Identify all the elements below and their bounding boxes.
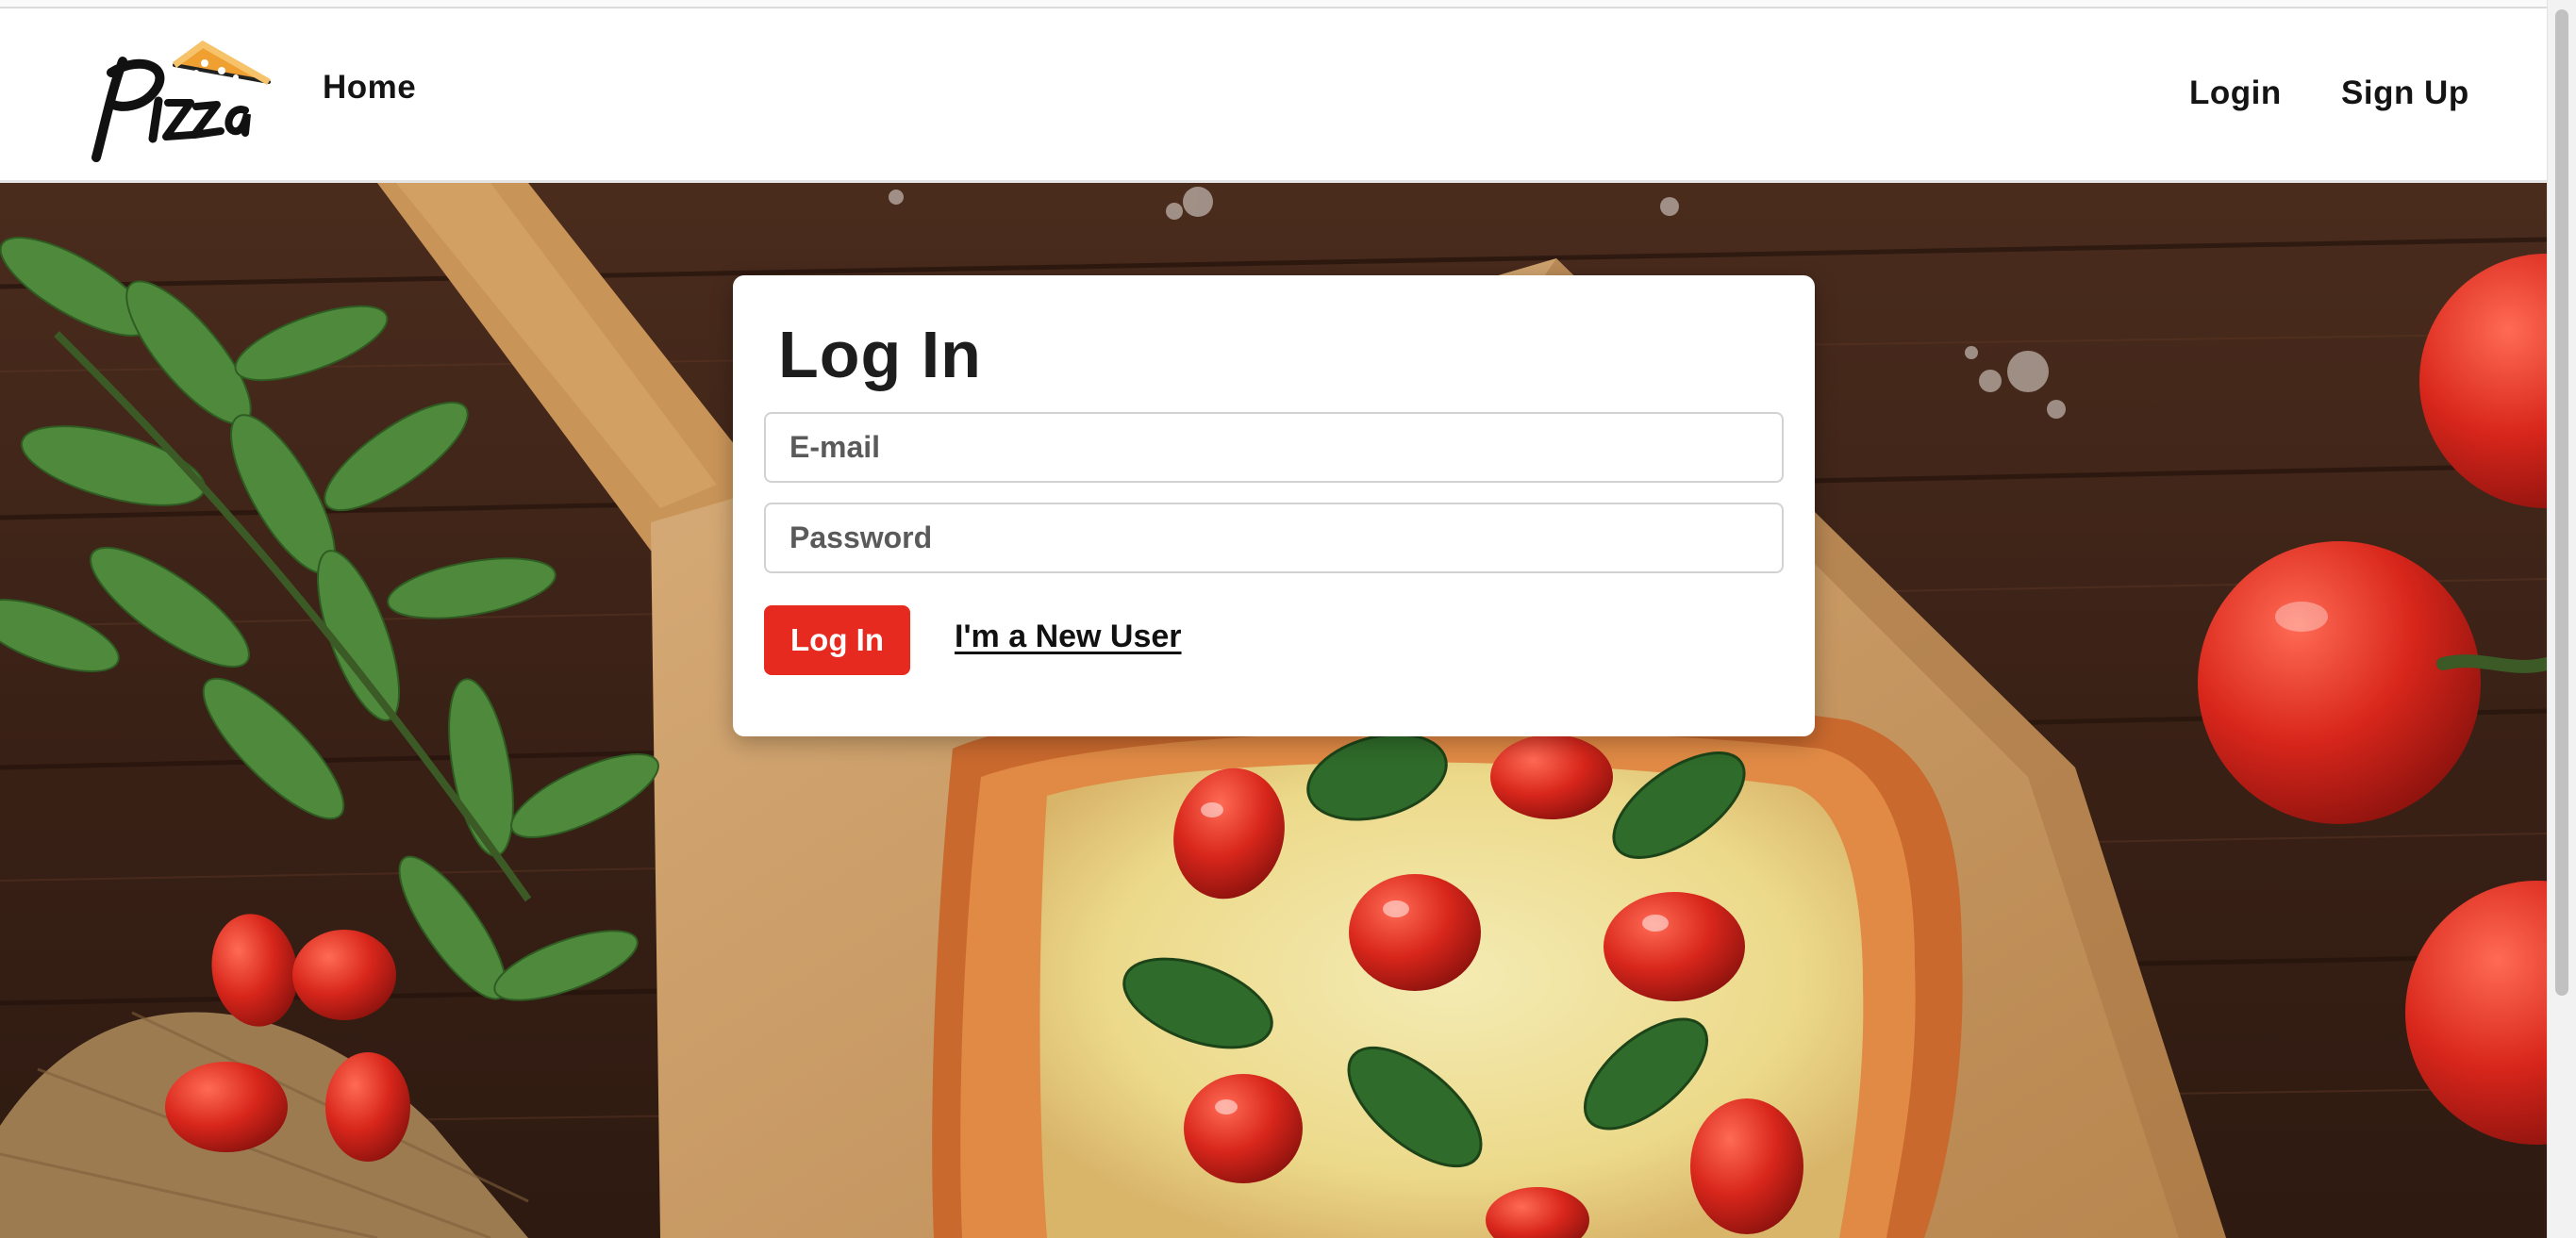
login-title: Log In [778,318,982,391]
email-field[interactable] [764,412,1784,483]
login-card: Log In Log In I'm a New User [733,275,1815,736]
login-submit-button[interactable]: Log In [764,605,910,675]
new-user-link[interactable]: I'm a New User [955,619,1182,655]
nav-signup-link[interactable]: Sign Up [2341,74,2469,112]
pizza-logo[interactable] [85,35,274,162]
password-field[interactable] [764,503,1784,573]
nav-home-link[interactable]: Home [323,69,416,107]
window-top-edge [0,0,2547,8]
scrollbar-thumb[interactable] [2555,9,2568,996]
navbar: Home Login Sign Up [0,8,2547,183]
nav-login-link[interactable]: Login [2189,74,2282,112]
pizza-slice-logo-icon [91,40,271,162]
